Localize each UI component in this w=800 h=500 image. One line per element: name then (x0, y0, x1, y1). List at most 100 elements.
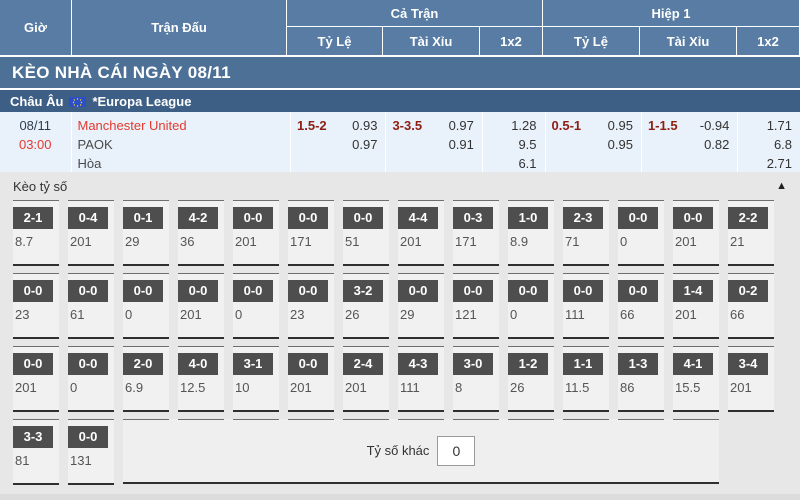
full-overunder-line: 3-3.5 (392, 116, 422, 172)
score-label: 1-3 (618, 353, 658, 375)
score-odds-cell[interactable]: 1-08.9 (508, 200, 554, 266)
score-odds-cell[interactable]: 0-0111 (563, 273, 609, 339)
score-odds-cell[interactable]: 0-0201 (673, 200, 719, 266)
score-row: 2-18.70-42010-1294-2360-02010-01710-0514… (13, 200, 800, 266)
score-odds-value: 111 (563, 307, 609, 322)
score-odds-value: 29 (123, 234, 169, 249)
full-handicap-line: 1.5-2 (297, 116, 327, 172)
score-label: 3-3 (13, 426, 53, 448)
score-label: 4-3 (398, 353, 438, 375)
score-odds-cell[interactable]: 0-023 (288, 273, 334, 339)
match-teams-cell: Manchester United PAOK Hòa (72, 112, 291, 172)
score-odds-cell[interactable]: 0-0131 (68, 419, 114, 485)
score-odds-cell[interactable]: 0-061 (68, 273, 114, 339)
score-label: 2-0 (123, 353, 163, 375)
full-over-odd[interactable]: 0.97 (449, 116, 474, 135)
score-row: 0-02010-002-06.94-012.53-1100-02012-4201… (13, 346, 800, 412)
score-odds-cell[interactable]: 0-266 (728, 273, 774, 339)
full-1x2-away[interactable]: 9.5 (518, 135, 536, 154)
score-odds-cell[interactable]: 3-4201 (728, 346, 774, 412)
score-odds-cell[interactable]: 3-110 (233, 346, 279, 412)
score-label: 0-0 (288, 353, 328, 375)
score-odds-value: 0 (233, 307, 279, 322)
half-1x2-draw[interactable]: 2.71 (767, 154, 792, 173)
score-label: 0-0 (123, 280, 163, 302)
score-label: 1-1 (563, 353, 603, 375)
score-odds-cell[interactable]: 0-3171 (453, 200, 499, 266)
full-under-odd[interactable]: 0.91 (449, 135, 474, 154)
score-label: 0-0 (618, 280, 658, 302)
score-odds-cell[interactable]: 0-00 (618, 200, 664, 266)
score-label: 0-4 (68, 207, 108, 229)
score-odds-cell[interactable]: 4-3111 (398, 346, 444, 412)
half-under-odd[interactable]: 0.82 (704, 135, 729, 154)
half-handicap-odd-home[interactable]: 0.95 (608, 116, 633, 135)
score-odds-cell[interactable]: 3-226 (343, 273, 389, 339)
score-odds-cell[interactable]: 2-06.9 (123, 346, 169, 412)
score-odds-cell[interactable]: 2-4201 (343, 346, 389, 412)
score-odds-cell[interactable]: 2-221 (728, 200, 774, 266)
score-odds-cell[interactable]: 3-08 (453, 346, 499, 412)
score-odds-cell[interactable]: 3-381 (13, 419, 59, 485)
score-odds-cell[interactable]: 0-00 (68, 346, 114, 412)
header-group-full-title: Cả Trận (287, 0, 542, 26)
score-odds-cell[interactable]: 0-00 (233, 273, 279, 339)
score-odds-value: 66 (618, 307, 664, 322)
correct-score-section: Kèo tỷ số ▲ 2-18.70-42010-1294-2360-0201… (0, 172, 800, 500)
score-odds-cell[interactable]: 0-051 (343, 200, 389, 266)
score-odds-cell[interactable]: 0-129 (123, 200, 169, 266)
full-handicap-odd-home[interactable]: 0.93 (352, 116, 377, 135)
full-1x2-draw[interactable]: 6.1 (518, 154, 536, 173)
other-score-label: Tỷ số khác (367, 443, 430, 458)
score-odds-value: 66 (728, 307, 774, 322)
half-1x2-away[interactable]: 6.8 (774, 135, 792, 154)
full-handicap-odd-away[interactable]: 0.97 (352, 135, 377, 154)
score-label: 4-4 (398, 207, 438, 229)
half-handicap-odd-away[interactable]: 0.95 (608, 135, 633, 154)
score-odds-cell[interactable]: 4-236 (178, 200, 224, 266)
score-odds-cell[interactable]: 1-111.5 (563, 346, 609, 412)
header-sub-full-1x2: 1x2 (480, 27, 542, 55)
league-name[interactable]: *Europa League (92, 94, 191, 109)
score-odds-cell[interactable]: 0-0171 (288, 200, 334, 266)
half-1x2-home[interactable]: 1.71 (767, 116, 792, 135)
score-label: 0-0 (673, 207, 713, 229)
score-odds-cell[interactable]: 0-0201 (178, 273, 224, 339)
away-team[interactable]: PAOK (78, 135, 291, 154)
score-label: 0-0 (288, 280, 328, 302)
score-label: 2-1 (13, 207, 53, 229)
score-label: 0-0 (563, 280, 603, 302)
score-odds-cell[interactable]: 0-023 (13, 273, 59, 339)
score-odds-cell[interactable]: 0-066 (618, 273, 664, 339)
score-label: 0-0 (68, 280, 108, 302)
score-odds-cell[interactable]: 0-00 (123, 273, 169, 339)
score-odds-value: 171 (288, 234, 334, 249)
bottom-bar (0, 494, 800, 500)
score-odds-cell[interactable]: 0-029 (398, 273, 444, 339)
header-col-match: Trận Đấu (72, 0, 286, 55)
home-team[interactable]: Manchester United (78, 116, 291, 135)
score-odds-cell[interactable]: 4-115.5 (673, 346, 719, 412)
score-odds-cell[interactable]: 0-0201 (288, 346, 334, 412)
score-odds-cell[interactable]: 0-0201 (13, 346, 59, 412)
score-odds-value: 201 (233, 234, 279, 249)
full-1x2-home[interactable]: 1.28 (511, 116, 536, 135)
score-odds-cell[interactable]: 4-4201 (398, 200, 444, 266)
score-odds-value: 121 (453, 307, 499, 322)
score-odds-cell[interactable]: 0-0121 (453, 273, 499, 339)
score-odds-cell[interactable]: 1-226 (508, 346, 554, 412)
other-score-cell: Tỷ số khác (123, 419, 719, 484)
score-odds-cell[interactable]: 1-4201 (673, 273, 719, 339)
half-over-odd[interactable]: -0.94 (700, 116, 730, 135)
score-odds-cell[interactable]: 2-371 (563, 200, 609, 266)
score-odds-cell[interactable]: 0-0201 (233, 200, 279, 266)
score-odds-cell[interactable]: 0-4201 (68, 200, 114, 266)
score-odds-cell[interactable]: 2-18.7 (13, 200, 59, 266)
score-odds-value: 23 (288, 307, 334, 322)
score-label: 3-0 (453, 353, 493, 375)
score-odds-cell[interactable]: 0-00 (508, 273, 554, 339)
score-odds-cell[interactable]: 1-386 (618, 346, 664, 412)
other-score-input[interactable] (437, 436, 475, 466)
collapse-arrow-icon[interactable]: ▲ (776, 180, 787, 192)
score-odds-cell[interactable]: 4-012.5 (178, 346, 224, 412)
